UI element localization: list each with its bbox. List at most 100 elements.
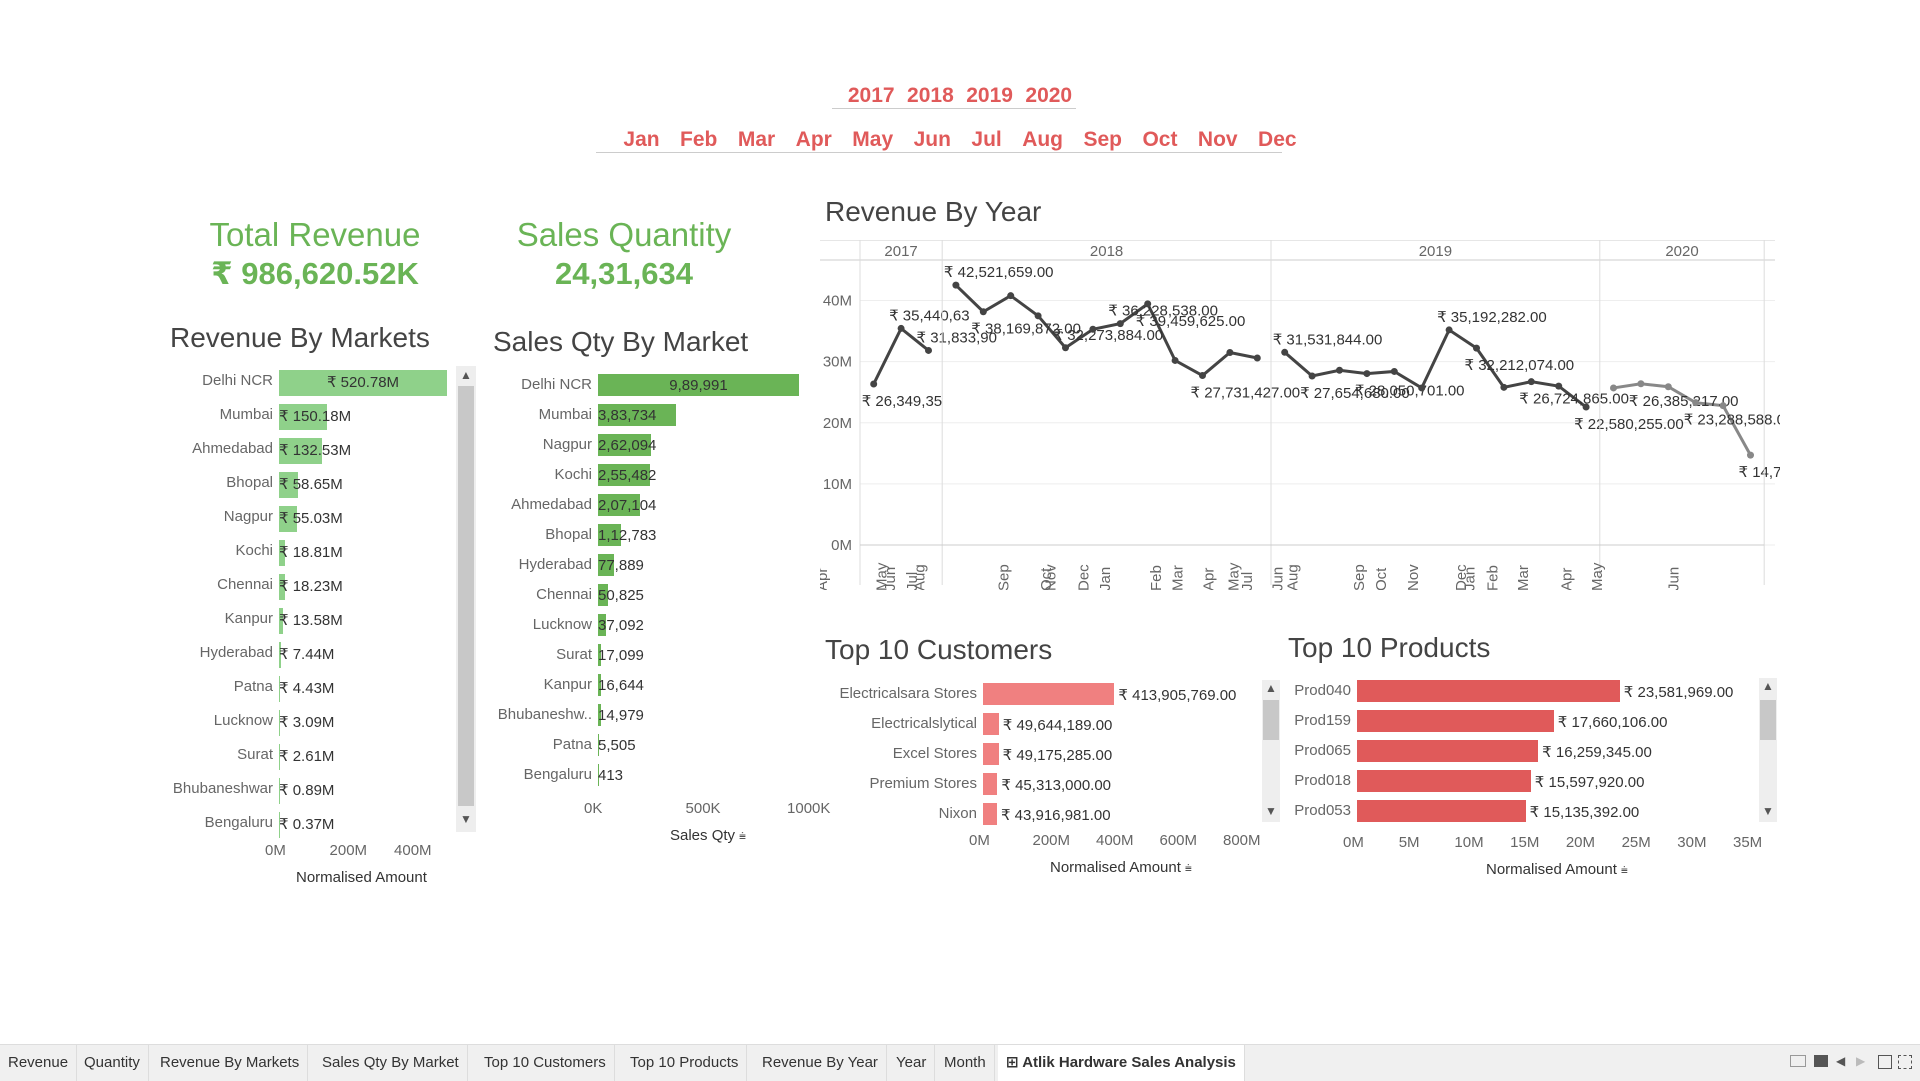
year-header: 2018 (1090, 243, 1123, 260)
sqm-tick: 0K (584, 800, 603, 817)
tab-revenue-by-markets[interactable]: Revenue By Markets (152, 1045, 309, 1081)
sqm-label: Nagpur (542, 436, 592, 453)
sqm-value: 9,89,991 (669, 377, 728, 394)
month-filter-sep[interactable]: Sep (1083, 128, 1122, 152)
scroll-down-icon[interactable]: ▼ (1263, 804, 1279, 818)
scroll-thumb[interactable] (1263, 700, 1279, 740)
customer-tick: 600M (1159, 832, 1198, 849)
customer-bar[interactable] (983, 803, 997, 825)
month-filter-apr[interactable]: Apr (796, 128, 832, 152)
month-filter-nov[interactable]: Nov (1198, 128, 1238, 152)
customer-bar[interactable] (983, 683, 1115, 705)
sort-icon[interactable]: ⩧ (1185, 861, 1192, 876)
month-filter-jun[interactable]: Jun (914, 128, 951, 152)
customer-bar[interactable] (983, 713, 999, 735)
product-tick: 30M (1677, 834, 1707, 851)
revenue-point (870, 380, 878, 388)
tab-sales-qty-by-market[interactable]: Sales Qty By Market (314, 1045, 468, 1081)
sort-icon[interactable]: ⩧ (739, 829, 746, 844)
month-filter-oct[interactable]: Oct (1142, 128, 1177, 152)
product-label: Prod018 (1294, 772, 1351, 789)
next-sheet-icon[interactable]: ▶ (1856, 1054, 1865, 1068)
rbm-value: ₹ 18.81M (279, 544, 343, 561)
tab-top-10-customers[interactable]: Top 10 Customers (476, 1045, 615, 1081)
product-bar[interactable] (1357, 770, 1531, 792)
revenue-data-label: ₹ 39,459,625.00 (1136, 313, 1246, 330)
sales-quantity-title: Sales Quantity (516, 216, 732, 253)
scroll-up-icon[interactable]: ▲ (1760, 679, 1776, 693)
product-bar[interactable] (1357, 800, 1526, 822)
tab-year[interactable]: Year (888, 1045, 936, 1081)
product-value: ₹ 23,581,969.00 (1623, 684, 1734, 701)
revenue-point (1637, 380, 1645, 388)
revenue-point (925, 346, 932, 354)
customer-bar[interactable] (983, 773, 998, 795)
scroll-up-icon[interactable]: ▲ (458, 368, 474, 382)
product-tick: 0M (1343, 834, 1364, 851)
sqm-label: Ahmedabad (511, 496, 592, 513)
sort-icon[interactable]: ⩧ (1621, 863, 1628, 878)
month-filter-may[interactable]: May (852, 128, 893, 152)
tab-revenue[interactable]: Revenue (0, 1045, 78, 1081)
revenue-by-markets-axis-title: Normalised Amount (296, 869, 427, 886)
customer-bar[interactable] (983, 743, 999, 765)
sheet-sorter-icon[interactable] (1790, 1055, 1806, 1067)
rbm-label: Surat (237, 746, 273, 763)
scroll-down-icon[interactable]: ▼ (1760, 804, 1776, 818)
product-bar[interactable] (1357, 740, 1539, 762)
scroll-up-icon[interactable]: ▲ (1263, 681, 1279, 695)
month-filter-aug[interactable]: Aug (1022, 128, 1063, 152)
previous-sheet-icon[interactable]: ◀ (1836, 1054, 1845, 1068)
month-filter-jul[interactable]: Jul (971, 128, 1001, 152)
tab-month[interactable]: Month (936, 1045, 995, 1081)
revenue-data-label: ₹ 31,531,844.00 (1273, 331, 1383, 348)
tab-quantity[interactable]: Quantity (76, 1045, 149, 1081)
month-tick: Jan (1097, 567, 1114, 590)
revenue-point (1089, 325, 1097, 333)
revenue-data-label: ₹ 22,580,255.00 (1574, 416, 1684, 433)
rbm-label: Kanpur (224, 610, 273, 627)
month-filter-dec[interactable]: Dec (1258, 128, 1297, 152)
scroll-down-icon[interactable]: ▼ (458, 812, 474, 826)
filmstrip-icon[interactable] (1814, 1055, 1828, 1067)
product-bar[interactable] (1357, 710, 1554, 732)
month-tick: Mar (1170, 565, 1187, 590)
revenue-point (1336, 366, 1343, 374)
revenue-point (1281, 348, 1289, 356)
rbm-label: Hyderabad (199, 644, 273, 661)
revenue-point (1582, 403, 1590, 411)
rbm-label: Bengaluru (204, 814, 273, 831)
fullscreen-icon[interactable] (1898, 1055, 1912, 1069)
sqm-label: Mumbai (538, 406, 592, 423)
product-tick: 15M (1510, 834, 1540, 851)
month-filter-jan[interactable]: Jan (623, 128, 659, 152)
month-tick: Nov (1042, 564, 1059, 590)
top-customers-scrollbar[interactable]: ▲ ▼ (1262, 680, 1280, 822)
month-filter-mar[interactable]: Mar (738, 128, 775, 152)
revenue-by-markets-scrollbar[interactable]: ▲ ▼ (456, 366, 476, 832)
sqm-value: 77,889 (598, 557, 644, 574)
fit-screen-icon[interactable] (1878, 1055, 1892, 1069)
tab-top-10-products[interactable]: Top 10 Products (622, 1045, 748, 1081)
tab-atlik-hardware-sales-analysis[interactable]: ⊞ Atlik Hardware Sales Analysis (998, 1045, 1245, 1081)
product-bar[interactable] (1357, 680, 1620, 702)
top-products-scrollbar[interactable]: ▲ ▼ (1759, 678, 1777, 822)
top-products-axis-title: Normalised Amount ⩧ (1486, 861, 1628, 878)
scroll-thumb[interactable] (1760, 700, 1776, 740)
year-filter-2020[interactable]: 2020 (1025, 84, 1072, 108)
year-filter-2019[interactable]: 2019 (966, 84, 1013, 108)
tab-revenue-by-year[interactable]: Revenue By Year (754, 1045, 887, 1081)
year-filter-2017[interactable]: 2017 (848, 84, 895, 108)
rbm-label: Ahmedabad (192, 440, 273, 457)
revenue-point (1390, 367, 1398, 375)
product-label: Prod159 (1294, 712, 1351, 729)
month-filter-feb[interactable]: Feb (680, 128, 717, 152)
month-tick: May (1589, 562, 1606, 590)
year-filter-2018[interactable]: 2018 (907, 84, 954, 108)
product-tick: 10M (1454, 834, 1484, 851)
sqm-value: 1,12,783 (598, 527, 657, 544)
sqm-value: 3,83,734 (598, 407, 657, 424)
scroll-thumb[interactable] (458, 386, 474, 806)
sheet-tab-bar: Revenue Quantity Revenue By Markets Sale… (0, 1044, 1920, 1081)
month-tick: Apr (820, 568, 831, 590)
